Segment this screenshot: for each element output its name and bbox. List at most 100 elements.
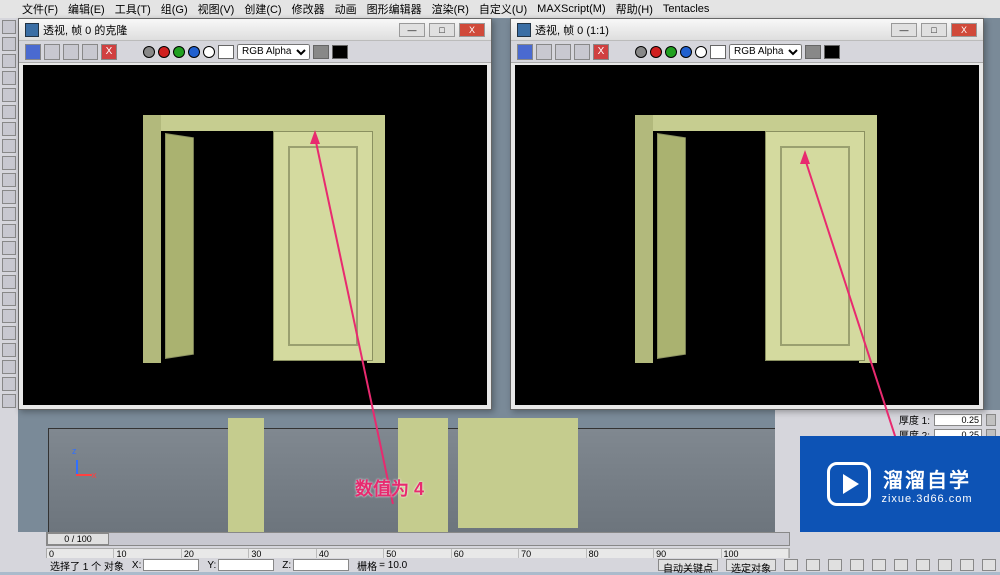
save-icon[interactable]: [517, 44, 533, 60]
clear-button[interactable]: X: [593, 44, 609, 60]
copy-icon[interactable]: [44, 44, 60, 60]
tool-misc6-icon[interactable]: [2, 394, 16, 408]
annotation-label: 数值为 4: [355, 475, 424, 501]
menu-graph[interactable]: 图形编辑器: [363, 1, 426, 17]
tool-renderset-icon[interactable]: [2, 275, 16, 289]
tool-angle-icon[interactable]: [2, 139, 16, 153]
clear-button[interactable]: X: [101, 44, 117, 60]
auto-key-button[interactable]: 自动关键点: [658, 559, 718, 571]
menu-tools[interactable]: 工具(T): [111, 1, 155, 17]
menu-edit[interactable]: 编辑(E): [64, 1, 109, 17]
tool-link-icon[interactable]: [2, 88, 16, 102]
tool-percent-icon[interactable]: [2, 156, 16, 170]
channel-select[interactable]: RGB Alpha: [729, 44, 802, 60]
menu-render[interactable]: 渲染(R): [428, 1, 473, 17]
tool-align-icon[interactable]: [2, 190, 16, 204]
channel-rgb-icon[interactable]: [635, 46, 647, 58]
coord-y-input[interactable]: [218, 559, 274, 571]
coord-x-input[interactable]: [143, 559, 199, 571]
menu-group[interactable]: 组(G): [157, 1, 192, 17]
spinner-buttons-icon[interactable]: [986, 414, 996, 426]
nav-zoom-icon[interactable]: [938, 559, 952, 571]
tool-misc4-icon[interactable]: [2, 360, 16, 374]
close-button[interactable]: X: [951, 23, 977, 37]
tool-layer-icon[interactable]: [2, 207, 16, 221]
bg-well-icon[interactable]: [218, 45, 234, 59]
tool-move-icon[interactable]: [2, 37, 16, 51]
channel-green-icon[interactable]: [173, 46, 185, 58]
param-label: 厚度 1:: [899, 412, 930, 427]
window-titlebar[interactable]: 透视, 帧 0 的克隆 — □ X: [19, 19, 491, 41]
menu-help[interactable]: 帮助(H): [612, 1, 657, 17]
play-icon[interactable]: [828, 559, 842, 571]
menu-file[interactable]: 文件(F): [18, 1, 62, 17]
tool-misc2-icon[interactable]: [2, 326, 16, 340]
goto-end-icon[interactable]: [872, 559, 886, 571]
menu-modifiers[interactable]: 修改器: [288, 1, 329, 17]
print-icon[interactable]: [82, 44, 98, 60]
clone-icon[interactable]: [63, 44, 79, 60]
prev-frame-icon[interactable]: [806, 559, 820, 571]
clone-icon[interactable]: [555, 44, 571, 60]
menu-maxscript[interactable]: MAXScript(M): [533, 3, 609, 15]
window-titlebar[interactable]: 透视, 帧 0 (1:1) — □ X: [511, 19, 983, 41]
tool-misc5-icon[interactable]: [2, 377, 16, 391]
channel-rgb-icon[interactable]: [143, 46, 155, 58]
nav-orbit-icon[interactable]: [960, 559, 974, 571]
tool-misc1-icon[interactable]: [2, 309, 16, 323]
coord-z-input[interactable]: [293, 559, 349, 571]
channel-alpha-mono-icon[interactable]: [203, 46, 215, 58]
channel-blue-icon[interactable]: [680, 46, 692, 58]
tool-rotate-icon[interactable]: [2, 54, 16, 68]
selected-object-button[interactable]: 选定对象: [726, 559, 776, 571]
selection-status: 选择了 1 个 对象: [50, 558, 124, 573]
window-app-icon: [25, 23, 39, 37]
nav-pan-icon[interactable]: [916, 559, 930, 571]
goto-start-icon[interactable]: [784, 559, 798, 571]
channel-blue-icon[interactable]: [188, 46, 200, 58]
channel-green-icon[interactable]: [665, 46, 677, 58]
coord-z-label: Z:: [282, 560, 291, 571]
nav-max-icon[interactable]: [982, 559, 996, 571]
menu-animation[interactable]: 动画: [331, 1, 361, 17]
maximize-button[interactable]: □: [429, 23, 455, 37]
mono-well-icon[interactable]: [824, 45, 840, 59]
save-icon[interactable]: [25, 44, 41, 60]
watermark-url: zixue.3d66.com: [881, 493, 972, 505]
menu-create[interactable]: 创建(C): [240, 1, 285, 17]
maximize-button[interactable]: □: [921, 23, 947, 37]
menu-tentacles[interactable]: Tentacles: [659, 3, 713, 15]
close-button[interactable]: X: [459, 23, 485, 37]
key-mode-icon[interactable]: [894, 559, 908, 571]
copy-icon[interactable]: [536, 44, 552, 60]
watermark-play-icon: [827, 462, 871, 506]
tool-curve-icon[interactable]: [2, 224, 16, 238]
minimize-button[interactable]: —: [399, 23, 425, 37]
tool-teapot-icon[interactable]: [2, 292, 16, 306]
minimize-button[interactable]: —: [891, 23, 917, 37]
tool-snap-icon[interactable]: [2, 122, 16, 136]
mono-well-icon[interactable]: [332, 45, 348, 59]
status-bar: 0 / 100 0 10 20 30 40 50 60 70 80 90 100…: [18, 532, 1000, 572]
channel-red-icon[interactable]: [158, 46, 170, 58]
tool-material-icon[interactable]: [2, 241, 16, 255]
channel-select[interactable]: RGB Alpha: [237, 44, 310, 60]
tool-scale-icon[interactable]: [2, 71, 16, 85]
tool-unlink-icon[interactable]: [2, 105, 16, 119]
channel-red-icon[interactable]: [650, 46, 662, 58]
menu-view[interactable]: 视图(V): [194, 1, 239, 17]
alpha-well-icon[interactable]: [313, 45, 329, 59]
time-slider[interactable]: 0 / 100: [46, 532, 790, 546]
tool-render-icon[interactable]: [2, 258, 16, 272]
channel-alpha-mono-icon[interactable]: [695, 46, 707, 58]
alpha-well-icon[interactable]: [805, 45, 821, 59]
tool-mirror-icon[interactable]: [2, 173, 16, 187]
next-frame-icon[interactable]: [850, 559, 864, 571]
bg-well-icon[interactable]: [710, 45, 726, 59]
param-input[interactable]: 0.25: [934, 414, 982, 426]
time-slider-thumb[interactable]: 0 / 100: [47, 533, 109, 545]
print-icon[interactable]: [574, 44, 590, 60]
tool-select-icon[interactable]: [2, 20, 16, 34]
tool-misc3-icon[interactable]: [2, 343, 16, 357]
menu-customize[interactable]: 自定义(U): [475, 1, 531, 17]
